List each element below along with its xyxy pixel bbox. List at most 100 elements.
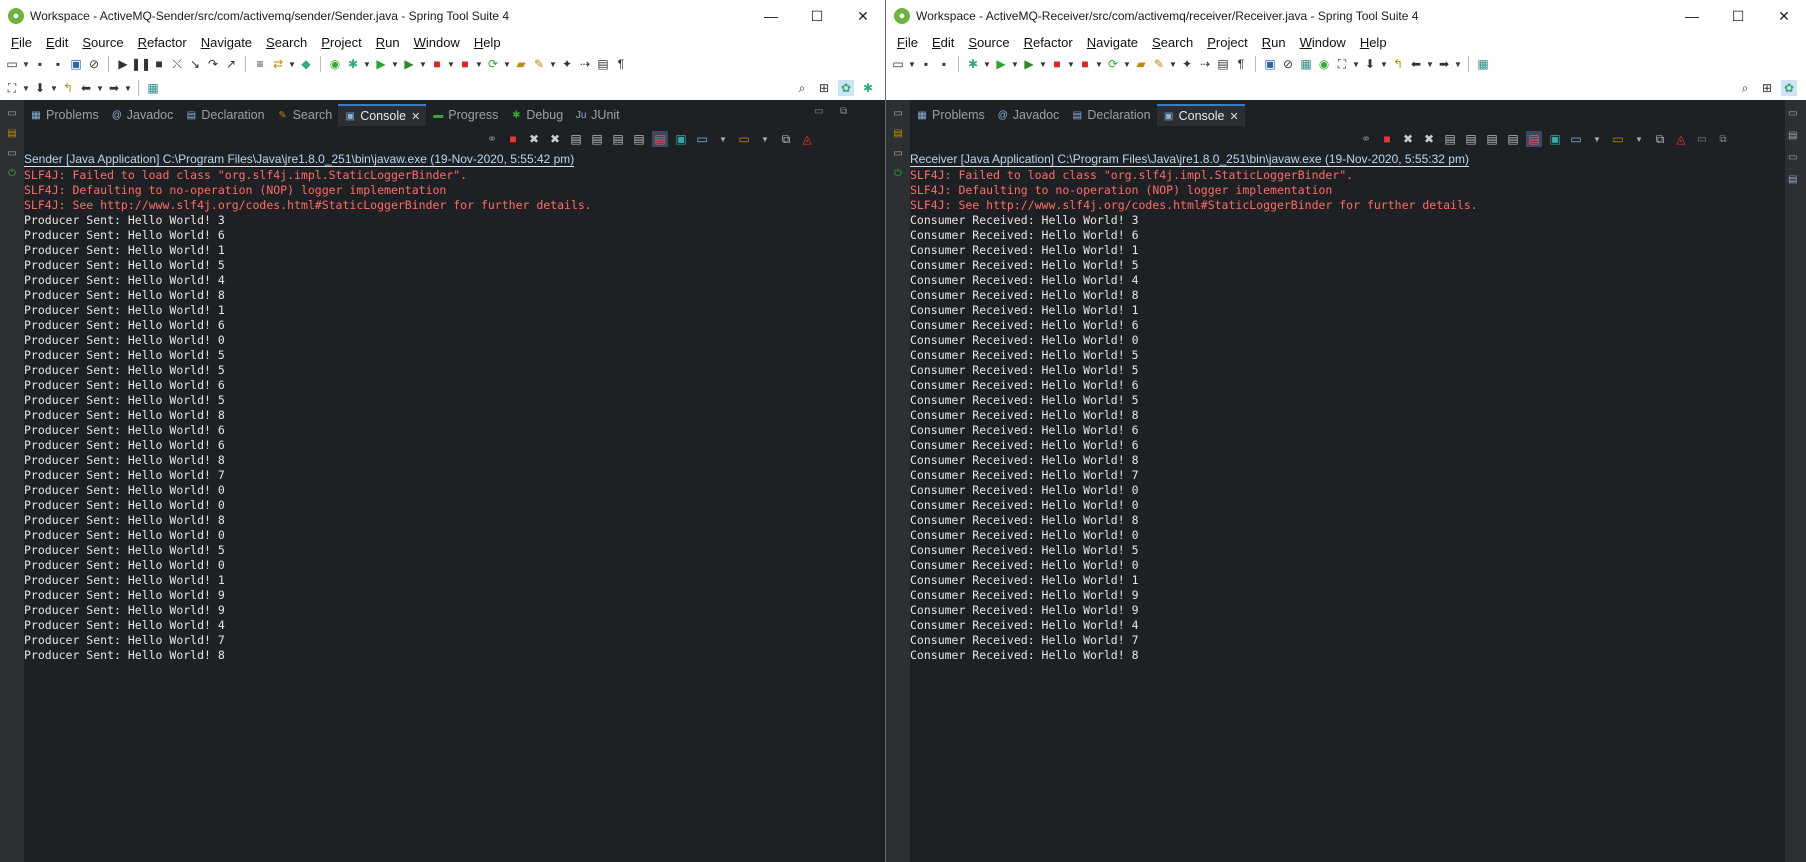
- tab-declaration[interactable]: ▤ Declaration: [1065, 104, 1156, 126]
- minimize-view-icon[interactable]: ▭: [1694, 131, 1710, 147]
- pencil-icon[interactable]: ✎: [1151, 56, 1167, 72]
- pin-console-icon[interactable]: ⚭: [1358, 131, 1374, 147]
- pencil-icon[interactable]: ✎: [531, 56, 547, 72]
- maximize-button[interactable]: ☐: [794, 0, 840, 32]
- minimize-view-icon[interactable]: ▭: [814, 106, 823, 117]
- pin-icon[interactable]: ⛶: [1334, 56, 1350, 72]
- terminal-icon[interactable]: ▣: [1262, 56, 1278, 72]
- chevron-down-icon[interactable]: ▼: [715, 131, 731, 147]
- open-folder-icon[interactable]: ▰: [513, 56, 529, 72]
- step-return-icon[interactable]: ↗: [223, 56, 239, 72]
- chevron-down-icon[interactable]: ▼: [391, 56, 399, 72]
- step-into-icon[interactable]: ↘: [187, 56, 203, 72]
- open-console-icon[interactable]: ▭: [694, 131, 710, 147]
- display-console-icon[interactable]: ▣: [673, 131, 689, 147]
- tab-problems[interactable]: ▦ Problems: [910, 104, 991, 126]
- chevron-down-icon[interactable]: ▼: [1011, 56, 1019, 72]
- terminate-icon[interactable]: ■: [505, 131, 521, 147]
- chevron-down-icon[interactable]: ▼: [50, 80, 58, 96]
- remove-all-terminated-icon[interactable]: ✖: [547, 131, 563, 147]
- copy-icon[interactable]: ⧉: [778, 131, 794, 147]
- chevron-down-icon[interactable]: ▼: [363, 56, 371, 72]
- relaunch-icon[interactable]: ■: [1077, 56, 1093, 72]
- word-wrap-icon[interactable]: ▤: [610, 131, 626, 147]
- tab-problems[interactable]: ▦ Problems: [24, 104, 105, 126]
- spring-logo-icon[interactable]: ◬: [1673, 131, 1689, 147]
- outline-icon[interactable]: ▤: [1788, 130, 1804, 144]
- open-task-icon[interactable]: ⇄: [270, 56, 286, 72]
- chevron-down-icon[interactable]: ▼: [983, 56, 991, 72]
- block-selection-icon[interactable]: ▤: [1215, 56, 1231, 72]
- chevron-down-icon[interactable]: ▼: [1123, 56, 1131, 72]
- menu-file[interactable]: File: [890, 35, 925, 50]
- tab-search[interactable]: ✎ Search: [271, 104, 339, 126]
- chevron-down-icon[interactable]: ▼: [1380, 56, 1388, 72]
- menu-help[interactable]: Help: [467, 35, 508, 50]
- open-console-icon[interactable]: ▦: [145, 80, 161, 96]
- spring-logo-icon[interactable]: ◬: [799, 131, 815, 147]
- maximize-button[interactable]: ☐: [1715, 0, 1761, 32]
- show-stdout-icon[interactable]: ▤: [1505, 131, 1521, 147]
- skip-breakpoints-icon[interactable]: ⊘: [86, 56, 102, 72]
- chevron-down-icon[interactable]: ▼: [288, 56, 296, 72]
- menu-navigate[interactable]: Navigate: [1080, 35, 1145, 50]
- menu-search[interactable]: Search: [259, 35, 314, 50]
- menu-navigate[interactable]: Navigate: [194, 35, 259, 50]
- restore-icon[interactable]: ▭: [1788, 108, 1804, 122]
- back-icon[interactable]: ⬅: [78, 80, 94, 96]
- debug-perspective-icon[interactable]: ✱: [860, 80, 876, 96]
- new-icon[interactable]: ▭: [4, 56, 20, 72]
- pilcrow-icon[interactable]: ¶: [1233, 56, 1249, 72]
- menu-edit[interactable]: Edit: [925, 35, 961, 50]
- chevron-down-icon[interactable]: ▼: [447, 56, 455, 72]
- maximize-view-icon[interactable]: ⧉: [1715, 131, 1731, 147]
- chevron-down-icon[interactable]: ▼: [22, 56, 30, 72]
- relaunch-icon[interactable]: ■: [457, 56, 473, 72]
- chevron-down-icon[interactable]: ▼: [1095, 56, 1103, 72]
- forward-icon[interactable]: ➡: [106, 80, 122, 96]
- chevron-down-icon[interactable]: ▼: [1454, 56, 1462, 72]
- clear-console-icon[interactable]: ▤: [568, 131, 584, 147]
- chevron-down-icon[interactable]: ▼: [1169, 56, 1177, 72]
- terminal-icon[interactable]: ▣: [68, 56, 84, 72]
- close-button[interactable]: ✕: [1761, 0, 1806, 32]
- tab-debug[interactable]: ✱ Debug: [504, 104, 569, 126]
- tab-javadoc[interactable]: @ Javadoc: [105, 104, 180, 126]
- chevron-down-icon[interactable]: ▼: [475, 56, 483, 72]
- block-selection-icon[interactable]: ▤: [595, 56, 611, 72]
- open-folder-icon[interactable]: ▰: [1133, 56, 1149, 72]
- chevron-down-icon[interactable]: ▼: [908, 56, 916, 72]
- menu-window[interactable]: Window: [407, 35, 467, 50]
- open-perspective-icon[interactable]: ⊞: [1759, 80, 1775, 96]
- terminate-icon[interactable]: ■: [151, 56, 167, 72]
- restore-icon[interactable]: ▭: [1788, 152, 1804, 166]
- chevron-down-icon[interactable]: ▼: [1426, 56, 1434, 72]
- boot-dashboard-icon[interactable]: ⏻: [889, 166, 907, 180]
- spring-perspective-icon[interactable]: ✿: [1781, 80, 1797, 96]
- tab-declaration[interactable]: ▤ Declaration: [179, 104, 270, 126]
- menu-project[interactable]: Project: [314, 35, 368, 50]
- scroll-lock-icon[interactable]: ▤: [589, 131, 605, 147]
- save-icon[interactable]: ▪: [32, 56, 48, 72]
- boot-dashboard-icon[interactable]: ◉: [327, 56, 343, 72]
- show-stderr-icon[interactable]: ▤: [652, 131, 668, 147]
- stop-icon[interactable]: ■: [429, 56, 445, 72]
- save-all-icon[interactable]: ▪: [50, 56, 66, 72]
- close-icon[interactable]: ✕: [411, 110, 420, 123]
- maximize-view-icon[interactable]: ⧉: [840, 106, 847, 117]
- chevron-down-icon[interactable]: ▼: [1589, 131, 1605, 147]
- boot-dashboard-icon[interactable]: ◉: [1316, 56, 1332, 72]
- restore-icon[interactable]: ▭: [3, 106, 21, 120]
- restore-icon[interactable]: ▭: [889, 106, 907, 120]
- menu-run[interactable]: Run: [369, 35, 407, 50]
- back-icon[interactable]: ⬅: [1408, 56, 1424, 72]
- menu-refactor[interactable]: Refactor: [1017, 35, 1080, 50]
- chevron-down-icon[interactable]: ▼: [549, 56, 557, 72]
- search-icon[interactable]: ⌕: [1737, 80, 1753, 96]
- disconnect-icon[interactable]: ⤬: [169, 56, 185, 72]
- remove-launch-icon[interactable]: ✖: [1400, 131, 1416, 147]
- chevron-down-icon[interactable]: ▼: [1039, 56, 1047, 72]
- restore-icon[interactable]: ▭: [3, 146, 21, 160]
- menu-file[interactable]: File: [4, 35, 39, 50]
- resume-icon[interactable]: ▶: [115, 56, 131, 72]
